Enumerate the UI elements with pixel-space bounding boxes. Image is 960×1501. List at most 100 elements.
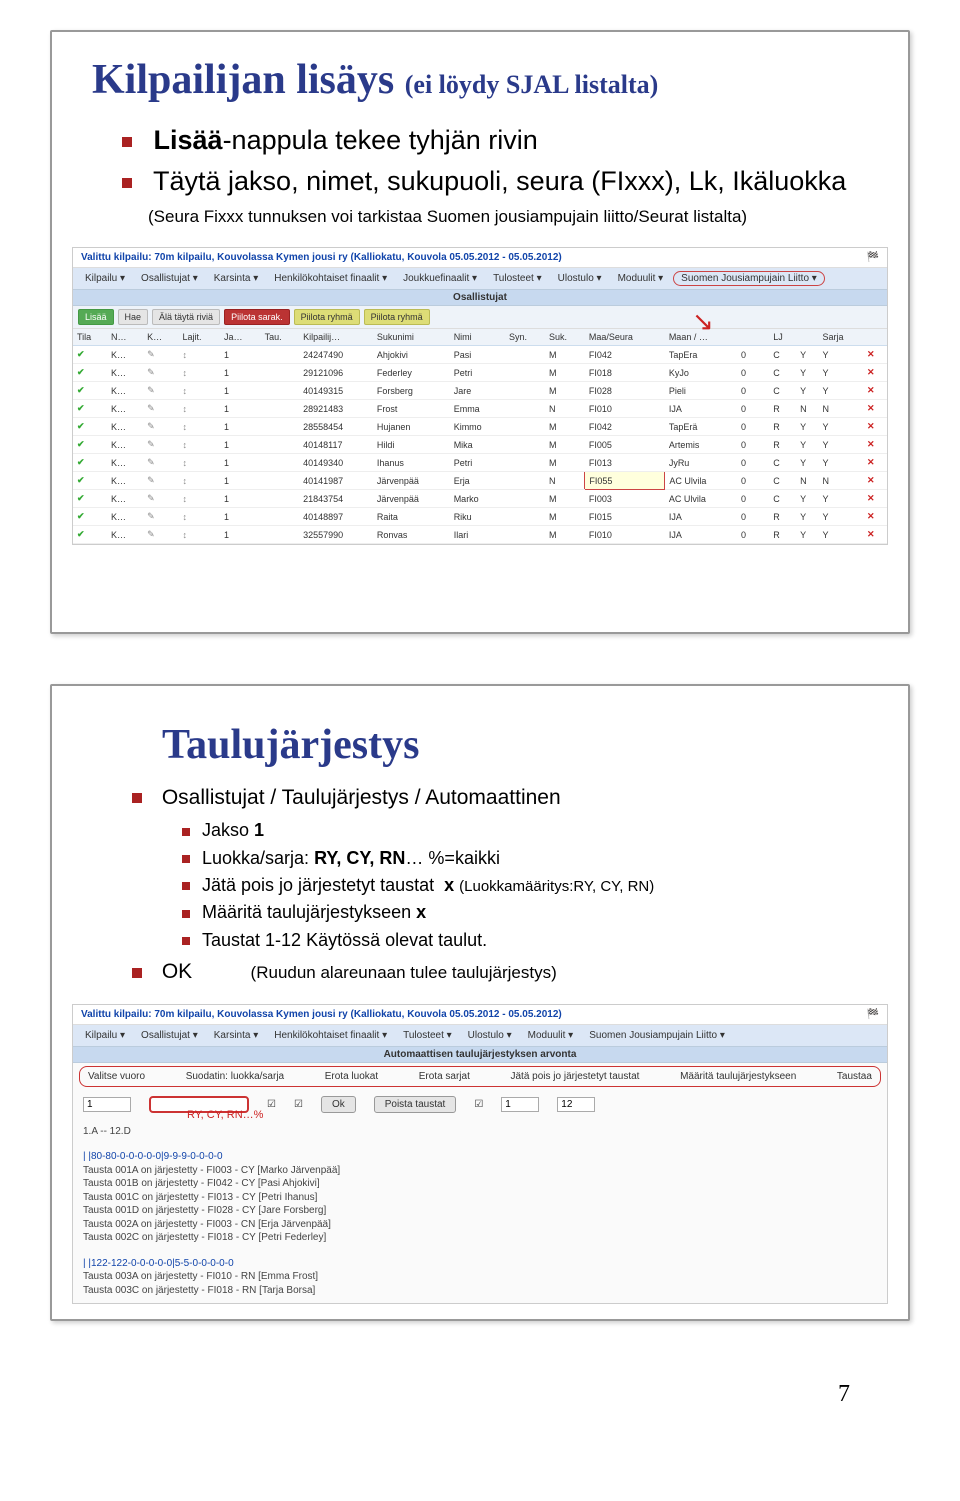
sc2-log2: | |122-122-0-0-0-0-0|5-5-0-0-0-0-0 Taust… [73, 1251, 887, 1304]
bullet-path-text: Osallistujat / Taulujärjestys / Automaat… [162, 786, 561, 809]
t: Määritä taulujärjestykseen x [202, 902, 426, 922]
menu-item[interactable]: Karsinta ▾ [208, 271, 264, 286]
sc1-menu: Kilpailu ▾ Osallistujat ▾ Karsinta ▾ Hen… [73, 268, 887, 290]
search-button[interactable]: Hae [118, 309, 149, 325]
table-row[interactable]: ✔K…✎↕129121096FederleyPetriMFI018KyJo0CY… [73, 364, 887, 382]
menu-item[interactable]: Kilpailu ▾ [79, 1028, 131, 1043]
ok-text: OK [162, 960, 192, 983]
sc1-header: Valittu kilpailu: 70m kilpailu, Kouvolas… [73, 248, 887, 268]
flag-icon: 🏁 [867, 1009, 879, 1020]
table-row[interactable]: ✔K…✎↕140149315ForsbergJareMFI028Pieli0CY… [73, 382, 887, 400]
bullet-1-text: -nappula tekee tyhjän rivin [223, 125, 538, 155]
table-row[interactable]: ✔K…✎↕132557990RonvasIlariMFI010IJA0RYY✕ [73, 526, 887, 544]
toolbar-button[interactable]: Piilota ryhmä [364, 309, 430, 325]
t: Luokka/sarja: [202, 848, 314, 868]
phase-input[interactable] [83, 1097, 131, 1112]
menu-item[interactable]: Ulostulo ▾ [462, 1028, 518, 1043]
t: Taustat 1-12 Käytössä olevat taulut. [202, 930, 487, 950]
bullet-icon [122, 137, 132, 147]
filter-annotation: RY, CY, RN…% [187, 1109, 263, 1121]
t-bold: RY, CY, RN [314, 848, 405, 868]
menu-item[interactable]: Henkilökohtaiset finaalit ▾ [268, 271, 393, 286]
bullet-icon [132, 793, 142, 803]
sc2-labels-row: Valitse vuoro Suodatin: luokka/sarja Ero… [79, 1066, 881, 1087]
menu-item[interactable]: Kilpailu ▾ [79, 271, 131, 286]
table-row[interactable]: ✔K…✎↕128558454HujanenKimmoMFI042TapErä0R… [73, 418, 887, 436]
title-sub: (ei löydy SJAL listalta) [405, 70, 659, 99]
menu-item[interactable]: Tulosteet ▾ [397, 1028, 458, 1043]
toolbar-button[interactable]: Piilota sarak. [224, 309, 290, 325]
ok-button[interactable]: Ok [321, 1096, 356, 1113]
bullet-sub: Määritä taulujärjestykseen x [182, 901, 878, 924]
lbl: Määritä taulujärjestykseen [680, 1071, 796, 1082]
slide-1: Kilpailijan lisäys (ei löydy SJAL listal… [50, 30, 910, 634]
sc2-banner: Automaattisen taulujärjestyksen arvonta [73, 1047, 887, 1063]
lbl: Taustaa [837, 1071, 872, 1082]
sc1-title: Valittu kilpailu: 70m kilpailu, Kouvolas… [81, 252, 562, 263]
menu-item[interactable]: Osallistujat ▾ [135, 1028, 204, 1043]
log-line: Tausta 002A on järjestetty - FI003 - CN … [83, 1218, 877, 1232]
table-row[interactable]: ✔K…✎↕140148897RaitaRikuMFI015IJA0RYY✕ [73, 508, 887, 526]
checkbox[interactable]: ☑ [294, 1099, 303, 1110]
sc2-footer: 1.A -- 12.D [73, 1119, 887, 1145]
bullet-icon [182, 937, 190, 945]
menu-item[interactable]: Moduulit ▾ [612, 271, 670, 286]
t: Jätä pois jo järjestetyt taustat x (Luok… [202, 875, 654, 895]
page-number: 7 [50, 1371, 910, 1438]
bullet-sub: Jätä pois jo järjestetyt taustat x (Luok… [182, 874, 878, 897]
menu-item[interactable]: Karsinta ▾ [208, 1028, 264, 1043]
lbl: Erota sarjat [419, 1071, 470, 1082]
sc2-log1: | |80-80-0-0-0-0-0|9-9-9-0-0-0-0 Tausta … [73, 1144, 887, 1251]
flag-icon: 🏁 [867, 252, 879, 263]
bullet-icon [132, 968, 142, 978]
table-row[interactable]: ✔K…✎↕124247490AhjokiviPasiMFI042TapEra0C… [73, 346, 887, 364]
to-input[interactable] [557, 1097, 595, 1112]
bullet-2-sub: (Seura Fixxx tunnuksen voi tarkistaa Suo… [148, 205, 878, 229]
menu-item[interactable]: Suomen Jousiampujain Liitto ▾ [583, 1028, 731, 1043]
screenshot-2: Valittu kilpailu: 70m kilpailu, Kouvolas… [72, 1004, 888, 1305]
toolbar-button[interactable]: Älä täytä riviä [152, 309, 220, 325]
sc2-title: Valittu kilpailu: 70m kilpailu, Kouvolas… [81, 1009, 562, 1020]
participants-table: TilaN…K…Lajit.Ja…Tau.Kilpailij…SukunimiN… [73, 329, 887, 544]
bullet-ok: OK (Ruudun alareunaan tulee taulujärjest… [132, 958, 878, 985]
table-row[interactable]: ✔K…✎↕140148117HildiMikaMFI005Artemis0RYY… [73, 436, 887, 454]
bullet-2: Täytä jakso, nimet, sukupuoli, seura (FI… [122, 164, 878, 199]
add-button[interactable]: Lisää [78, 309, 114, 325]
lbl: Jätä pois jo järjestetyt taustat [511, 1071, 640, 1082]
t: … %=kaikki [405, 848, 500, 868]
log-line: Tausta 001A on järjestetty - FI003 - CY … [83, 1164, 877, 1178]
bullet-icon [182, 855, 190, 863]
menu-item[interactable]: Moduulit ▾ [522, 1028, 580, 1043]
table-row[interactable]: ✔K…✎↕121843754JärvenpääMarkoMFI003AC Ulv… [73, 490, 887, 508]
clear-button[interactable]: Poista taustat [374, 1096, 457, 1113]
checkbox[interactable]: ☑ [267, 1099, 276, 1110]
menu-item[interactable]: Henkilökohtaiset finaalit ▾ [268, 1028, 393, 1043]
log-line: Tausta 001B on järjestetty - FI042 - CY … [83, 1177, 877, 1191]
bullet-sub: Jakso 1 [182, 819, 878, 842]
lbl: Suodatin: luokka/sarja [186, 1071, 284, 1082]
menu-item[interactable]: Tulosteet ▾ [487, 271, 548, 286]
lbl: Erota luokat [325, 1071, 378, 1082]
toolbar-button[interactable]: Piilota ryhmä [294, 309, 360, 325]
table-row[interactable]: ✔K…✎↕140141987JärvenpääErjaNFI055AC Ulvi… [73, 472, 887, 490]
t: Jakso 1 [202, 820, 264, 840]
checkbox[interactable]: ☑ [474, 1099, 483, 1110]
sc1-banner: Osallistujat [73, 290, 887, 306]
bullet-icon [122, 178, 132, 188]
log-line: Tausta 001D on järjestetty - FI028 - CY … [83, 1204, 877, 1218]
bullet-sub: Taustat 1-12 Käytössä olevat taulut. [182, 929, 878, 952]
bullet-2-text: Täytä jakso, nimet, sukupuoli, seura (FI… [153, 166, 846, 196]
menu-item[interactable]: Ulostulo ▾ [552, 271, 608, 286]
table-row[interactable]: ✔K…✎↕128921483FrostEmmaNFI010IJA0RNN✕ [73, 400, 887, 418]
menu-item[interactable]: Osallistujat ▾ [135, 271, 204, 286]
bullet-1-strong: Lisää [154, 125, 223, 155]
title-main: Kilpailijan lisäys [92, 57, 394, 103]
log-line: Tausta 003A on järjestetty - FI010 - RN … [83, 1270, 877, 1284]
menu-item-highlighted[interactable]: Suomen Jousiampujain Liitto ▾ [673, 271, 825, 286]
ok-note: (Ruudun alareunaan tulee taulujärjestys) [251, 963, 557, 982]
slide2-title: Taulujärjestys [162, 721, 878, 769]
from-input[interactable] [501, 1097, 539, 1112]
screenshot-1: Valittu kilpailu: 70m kilpailu, Kouvolas… [72, 247, 888, 545]
menu-item[interactable]: Joukkuefinaalit ▾ [397, 271, 483, 286]
table-row[interactable]: ✔K…✎↕140149340IhanusPetriMFI013JyRu0CYY✕ [73, 454, 887, 472]
